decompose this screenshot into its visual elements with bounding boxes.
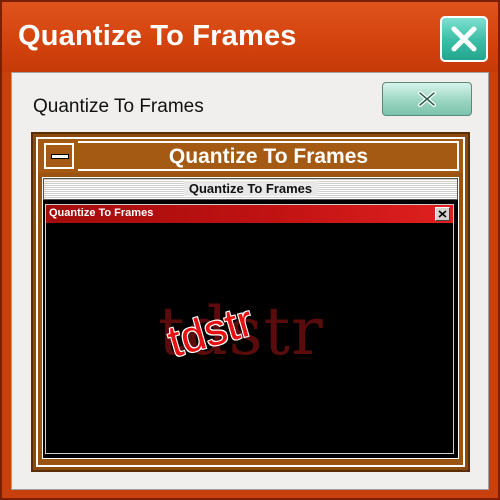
window4-title: Quantize To Frames	[182, 181, 319, 196]
window3-title: Quantize To Frames	[168, 145, 369, 168]
window2-close-button[interactable]	[382, 82, 472, 116]
window3: Quantize To Frames Quantize To Frames Qu…	[36, 137, 465, 467]
window3-minimize-button[interactable]	[44, 143, 74, 169]
outer-window-client: Quantize To Frames Quantize To Frames Qu…	[11, 72, 489, 490]
window3-titlebar[interactable]: Quantize To Frames	[38, 139, 463, 173]
outer-close-button[interactable]	[440, 16, 488, 62]
close-x-icon	[438, 210, 447, 218]
outer-titlebar[interactable]: Quantize To Frames	[2, 2, 498, 72]
window3-title-area: Quantize To Frames	[78, 141, 459, 171]
close-x-icon	[418, 91, 436, 107]
window5: Quantize To Frames tdstr tdstr	[45, 204, 454, 454]
outer-window: Quantize To Frames Quantize To Frames Qu…	[0, 0, 500, 500]
window3-client: Quantize To Frames Quantize To Frames td…	[42, 177, 459, 459]
minimize-bar-icon	[51, 154, 69, 159]
window5-close-button[interactable]	[435, 207, 450, 221]
window5-content: tdstr tdstr	[46, 223, 453, 453]
window5-titlebar[interactable]: Quantize To Frames	[46, 205, 453, 223]
window5-title: Quantize To Frames	[49, 207, 154, 219]
close-x-icon	[451, 26, 477, 52]
window4-titlebar[interactable]: Quantize To Frames	[43, 178, 458, 200]
window2-frame: Quantize To Frames Quantize To Frames Qu…	[31, 132, 470, 472]
window2-title: Quantize To Frames	[33, 96, 204, 117]
outer-window-title: Quantize To Frames	[18, 20, 297, 52]
